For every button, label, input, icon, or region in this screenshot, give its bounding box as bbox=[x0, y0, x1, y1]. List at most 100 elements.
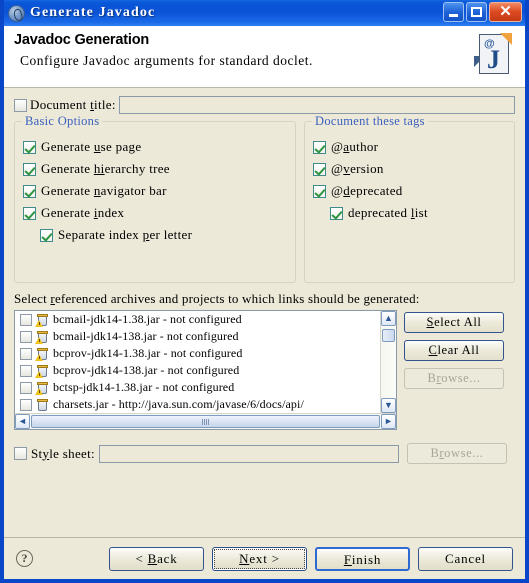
list-action-buttons: Select All Clear All Browse... bbox=[404, 310, 504, 389]
style-sheet-checkbox[interactable] bbox=[14, 447, 27, 460]
list-item[interactable]: bcmail-jdk14-1.38.jar - not configured bbox=[15, 311, 380, 328]
scroll-up-button[interactable]: ▲ bbox=[381, 311, 396, 326]
jar-warning-icon bbox=[35, 347, 49, 361]
checkbox-label: @author bbox=[331, 139, 379, 154]
browse-archives-button: Browse... bbox=[404, 368, 504, 389]
checkbox-indicator[interactable] bbox=[23, 162, 36, 176]
scroll-left-button[interactable]: ◄ bbox=[15, 414, 30, 429]
list-item-label: bcmail-jdk14-1.38.jar - not configured bbox=[53, 312, 242, 326]
document-title-input[interactable] bbox=[118, 96, 515, 114]
javadoc-document-icon: @ J bbox=[477, 32, 513, 76]
next-button[interactable]: Next > bbox=[212, 546, 307, 571]
checkbox-indicator[interactable] bbox=[313, 140, 326, 154]
document-tags-group: Document these tags @author @version @de… bbox=[304, 114, 515, 283]
list-horizontal-scrollbar[interactable]: ◄ ► bbox=[15, 413, 396, 429]
list-item-label: bcprov-jdk14-1.38.jar - not configured bbox=[53, 346, 243, 360]
select-all-button[interactable]: Select All bbox=[404, 312, 504, 333]
title-bar[interactable]: Generate Javadoc ✕ bbox=[4, 0, 525, 26]
document-title-label: Document title: bbox=[30, 97, 116, 112]
window-title: Generate Javadoc bbox=[30, 5, 156, 20]
list-item[interactable]: charsets.jar - http://java.sun.com/javas… bbox=[15, 396, 380, 413]
checkbox-label: @version bbox=[331, 161, 384, 176]
scroll-right-button[interactable]: ► bbox=[381, 414, 396, 429]
checkbox-generate-navigator-bar[interactable]: Generate navigator bar bbox=[23, 180, 289, 202]
list-item[interactable]: bctsp-jdk14-1.38.jar - not configured bbox=[15, 379, 380, 396]
list-item-checkbox[interactable] bbox=[20, 398, 32, 411]
minimize-button[interactable] bbox=[443, 2, 464, 22]
checkbox-label: @deprecated bbox=[331, 183, 403, 198]
dialog-footer: ? < Back Next > Finish Cancel bbox=[4, 537, 525, 579]
close-button[interactable]: ✕ bbox=[489, 2, 522, 22]
window-controls: ✕ bbox=[443, 2, 522, 22]
checkbox-separate-index-per-letter[interactable]: Separate index per letter bbox=[23, 224, 289, 246]
list-item[interactable]: bcprov-jdk14-1.38.jar - not configured bbox=[15, 345, 380, 362]
style-sheet-input[interactable] bbox=[98, 444, 399, 463]
dialog-header: Javadoc Generation Configure Javadoc arg… bbox=[4, 26, 525, 88]
referenced-archives-area: bcmail-jdk14-1.38.jar - not configured b… bbox=[14, 310, 515, 430]
checkbox-indicator[interactable] bbox=[23, 140, 36, 154]
checkbox-label: Generate index bbox=[41, 205, 125, 220]
scroll-down-button[interactable]: ▼ bbox=[381, 398, 396, 413]
list-item-checkbox[interactable] bbox=[20, 364, 32, 377]
jar-warning-icon bbox=[35, 313, 49, 327]
close-icon: ✕ bbox=[499, 3, 512, 20]
document-title-row: Document title: bbox=[14, 96, 515, 114]
basic-options-legend: Basic Options bbox=[22, 114, 103, 129]
style-sheet-label: Style sheet: bbox=[31, 445, 95, 461]
checkbox-label: Generate hierarchy tree bbox=[41, 161, 170, 176]
finish-button[interactable]: Finish bbox=[315, 546, 410, 571]
dialog-body: Document title: Basic Options Generate u… bbox=[4, 88, 525, 464]
checkbox-tag-author[interactable]: @author bbox=[313, 136, 508, 158]
checkbox-indicator[interactable] bbox=[23, 184, 36, 198]
page-fold-icon bbox=[500, 33, 512, 45]
jar-warning-icon bbox=[35, 330, 49, 344]
referenced-archives-list[interactable]: bcmail-jdk14-1.38.jar - not configured b… bbox=[14, 310, 397, 430]
list-item-label: bctsp-jdk14-1.38.jar - not configured bbox=[53, 380, 235, 394]
j-letter-icon: J bbox=[487, 45, 500, 74]
checkbox-generate-use-page[interactable]: Generate use page bbox=[23, 136, 289, 158]
checkbox-indicator[interactable] bbox=[330, 206, 343, 220]
checkbox-indicator[interactable] bbox=[313, 162, 326, 176]
checkbox-indicator[interactable] bbox=[40, 228, 53, 242]
page-title: Javadoc Generation bbox=[14, 32, 150, 48]
jar-icon bbox=[36, 398, 49, 411]
checkbox-generate-hierarchy-tree[interactable]: Generate hierarchy tree bbox=[23, 158, 289, 180]
options-groups: Basic Options Generate use page Generate… bbox=[14, 114, 515, 283]
list-item-checkbox[interactable] bbox=[20, 313, 32, 326]
help-icon[interactable]: ? bbox=[16, 550, 33, 567]
checkbox-tag-version[interactable]: @version bbox=[313, 158, 508, 180]
list-item-checkbox[interactable] bbox=[20, 330, 32, 343]
list-item[interactable]: bcprov-jdk14-138.jar - not configured bbox=[15, 362, 380, 379]
generate-javadoc-dialog: Generate Javadoc ✕ Javadoc Generation Co… bbox=[0, 0, 529, 583]
list-vertical-scrollbar[interactable]: ▲ ▼ bbox=[380, 311, 396, 413]
checkbox-label: Separate index per letter bbox=[58, 227, 193, 242]
document-title-checkbox[interactable] bbox=[14, 98, 27, 112]
checkbox-deprecated-list[interactable]: deprecated list bbox=[313, 202, 508, 224]
jar-warning-icon bbox=[35, 364, 49, 378]
list-items-viewport: bcmail-jdk14-1.38.jar - not configured b… bbox=[15, 311, 380, 413]
wizard-buttons: < Back Next > Finish Cancel bbox=[109, 546, 513, 571]
checkbox-generate-index[interactable]: Generate index bbox=[23, 202, 289, 224]
checkbox-label: Generate navigator bar bbox=[41, 183, 167, 198]
maximize-button[interactable] bbox=[466, 2, 487, 22]
vertical-scroll-thumb[interactable] bbox=[382, 329, 395, 342]
checkbox-label: deprecated list bbox=[348, 205, 428, 220]
list-item-checkbox[interactable] bbox=[20, 347, 32, 360]
checkbox-label: Generate use page bbox=[41, 139, 142, 154]
clear-all-button[interactable]: Clear All bbox=[404, 340, 504, 361]
back-button[interactable]: < Back bbox=[109, 546, 204, 571]
list-item-label: bcmail-jdk14-138.jar - not configured bbox=[53, 329, 239, 343]
jar-warning-icon bbox=[35, 381, 49, 395]
javadoc-app-icon bbox=[8, 4, 25, 22]
checkbox-indicator[interactable] bbox=[23, 206, 36, 220]
checkbox-indicator[interactable] bbox=[313, 184, 326, 198]
list-item-checkbox[interactable] bbox=[20, 381, 32, 394]
browse-style-sheet-button: Browse... bbox=[406, 443, 507, 464]
basic-options-group: Basic Options Generate use page Generate… bbox=[14, 114, 296, 283]
list-item-label: charsets.jar - http://java.sun.com/javas… bbox=[53, 397, 304, 411]
checkbox-tag-deprecated[interactable]: @deprecated bbox=[313, 180, 508, 202]
cancel-button[interactable]: Cancel bbox=[418, 546, 513, 571]
horizontal-scroll-thumb[interactable] bbox=[31, 415, 380, 428]
page-subtitle: Configure Javadoc arguments for standard… bbox=[20, 53, 313, 68]
list-item[interactable]: bcmail-jdk14-138.jar - not configured bbox=[15, 328, 380, 345]
